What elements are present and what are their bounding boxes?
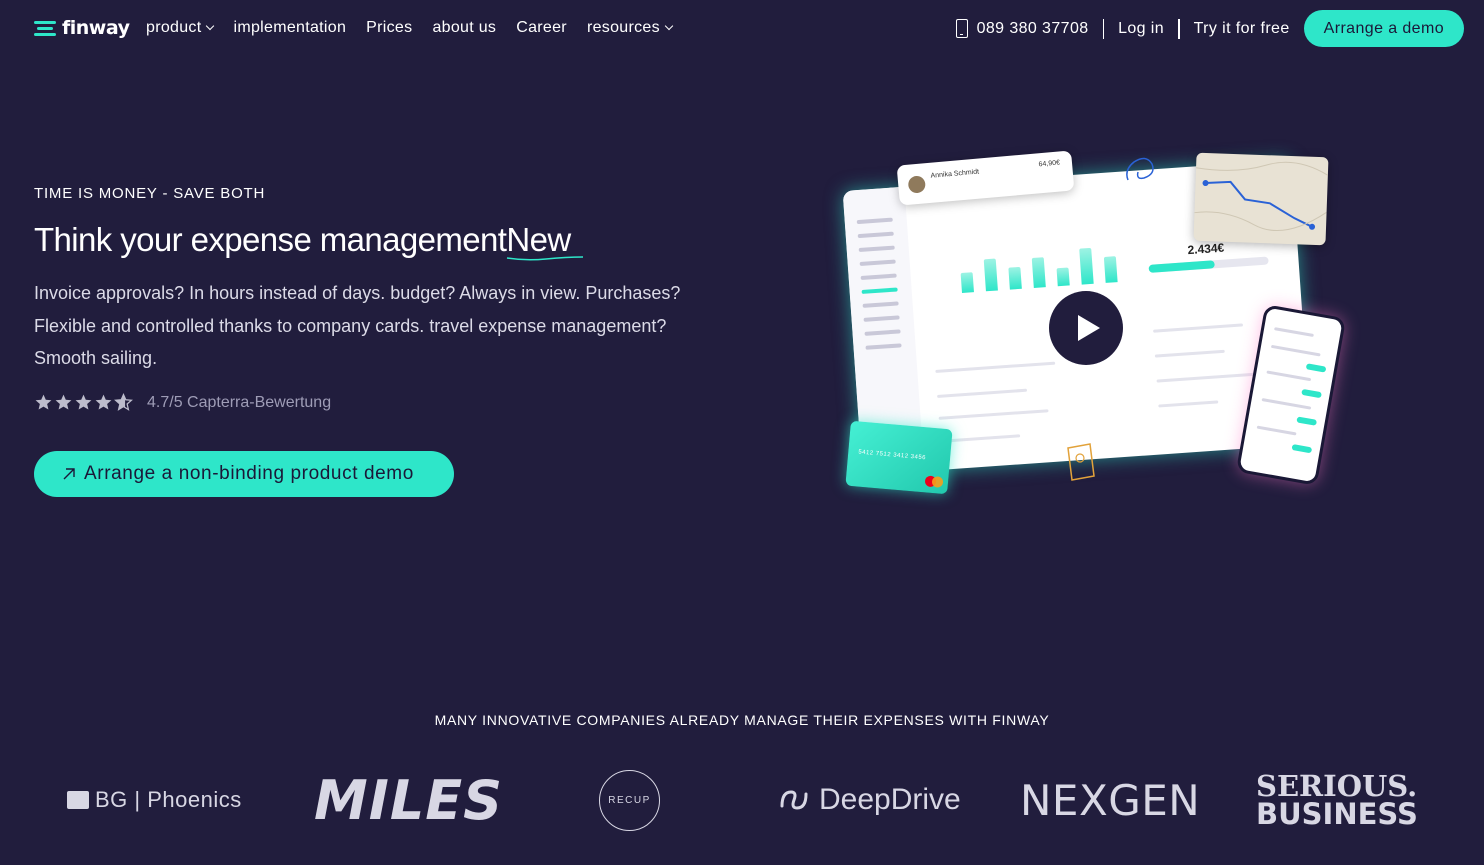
logo-text: finway xyxy=(62,17,130,39)
travel-map xyxy=(1193,152,1329,246)
arrow-up-right-icon xyxy=(63,468,75,480)
logo-text: BG | Phoenics xyxy=(95,787,242,812)
phone-link[interactable]: 089 380 37708 xyxy=(955,19,1089,38)
deepdrive-mark-icon xyxy=(780,790,808,810)
nav-actions: 089 380 37708 Log in Try it for free Arr… xyxy=(955,10,1464,47)
logo-miles: MILES xyxy=(314,765,503,835)
headline-accent: New xyxy=(506,221,584,261)
hero-eyebrow: TIME IS MONEY - SAVE BOTH xyxy=(34,185,266,202)
finway-logo-icon xyxy=(34,19,56,37)
logo-text: SERIOUS. xyxy=(1256,769,1418,803)
menu-label: Career xyxy=(516,19,567,36)
expense-card-amount: 64,90€ xyxy=(1038,159,1061,169)
half-star-icon xyxy=(114,393,133,411)
budget-progress xyxy=(1148,256,1269,273)
logo-recup: RECUP xyxy=(599,770,660,831)
finway-logo[interactable]: finway xyxy=(34,17,130,39)
logo-serious-business: SERIOUS. BUSINESS xyxy=(1256,765,1418,835)
card-number: 5412 7512 3412 3456 xyxy=(858,449,927,462)
product-demo-cta-button[interactable]: Arrange a non-binding product demo xyxy=(34,451,454,497)
underline-squiggle-icon xyxy=(507,256,584,261)
logo-text: RECUP xyxy=(608,795,651,806)
divider xyxy=(1178,18,1180,39)
logo-text: DeepDrive xyxy=(819,783,961,816)
arrange-demo-button[interactable]: Arrange a demo xyxy=(1303,10,1464,47)
capterra-rating: 4.7/5 Capterra-Bewertung xyxy=(34,393,331,412)
menu-item-prices[interactable]: Prices xyxy=(366,19,412,37)
star-icon xyxy=(95,394,112,410)
hero-description: Invoice approvals? In hours instead of d… xyxy=(34,283,681,368)
doodle-wallet-icon xyxy=(1067,443,1095,481)
doodle-paperclip-icon xyxy=(1126,157,1154,181)
logo-bg-phoenics: BG | Phoenics xyxy=(67,765,242,835)
route-map-icon xyxy=(1194,161,1329,231)
headline-text: Think your expense management xyxy=(34,221,507,258)
chevron-down-icon xyxy=(664,21,674,31)
headline-accent-text: New xyxy=(506,221,571,258)
play-video-button[interactable] xyxy=(1049,291,1123,365)
logo-deepdrive: DeepDrive xyxy=(779,765,961,835)
menu-label: Prices xyxy=(366,19,413,36)
menu-label: resources xyxy=(586,19,660,36)
smartphone-icon xyxy=(955,19,968,38)
login-link[interactable]: Log in xyxy=(1118,20,1164,38)
cta-label: Arrange a non-binding product demo xyxy=(84,463,414,484)
rating-stars xyxy=(34,393,133,412)
logo-nexgen: NEXGEN xyxy=(1020,765,1200,835)
hero-headline: Think your expense managementNew xyxy=(34,221,584,261)
main-menu: product implementation Prices about us C… xyxy=(146,19,674,37)
trust-heading: MANY INNOVATIVE COMPANIES ALREADY MANAGE… xyxy=(434,712,1050,728)
menu-label: about us xyxy=(432,19,497,36)
company-credit-card: 5412 7512 3412 3456 xyxy=(845,420,953,495)
rating-text: 4.7/5 Capterra-Bewertung xyxy=(147,393,332,411)
logo-text: MILES xyxy=(314,768,504,832)
divider xyxy=(1102,18,1105,39)
top-navigation: finway product implementation Prices abo… xyxy=(0,0,1484,58)
product-illustration: 2.434€ Annika Schmidt 64,90€ 5412 7512 3… xyxy=(840,140,1360,510)
star-icon xyxy=(75,394,92,410)
expense-card-name: Annika Schmidt xyxy=(930,168,980,180)
menu-item-resources[interactable]: resources xyxy=(586,19,674,37)
menu-item-implementation[interactable]: implementation xyxy=(233,19,346,37)
menu-label: implementation xyxy=(233,19,347,36)
menu-item-career[interactable]: Career xyxy=(516,19,567,37)
play-icon xyxy=(1078,315,1100,341)
logo-text: NEXGEN xyxy=(1020,775,1201,825)
chevron-down-icon xyxy=(206,21,215,31)
menu-item-about-us[interactable]: about us xyxy=(432,19,496,37)
try-free-link[interactable]: Try it for free xyxy=(1194,20,1290,38)
avatar xyxy=(907,175,927,194)
bg-phoenics-mark-icon xyxy=(67,791,89,809)
budget-value: 2.434€ xyxy=(1187,240,1225,258)
menu-label: product xyxy=(146,19,202,36)
customer-logos: BG | Phoenics MILES RECUP DeepDrive NEXG… xyxy=(0,765,1484,835)
menu-item-product[interactable]: product xyxy=(146,19,215,37)
star-icon xyxy=(55,394,72,410)
star-icon xyxy=(35,394,52,410)
phone-number: 089 380 37708 xyxy=(976,19,1089,37)
logo-text: BUSINESS xyxy=(1256,797,1418,831)
